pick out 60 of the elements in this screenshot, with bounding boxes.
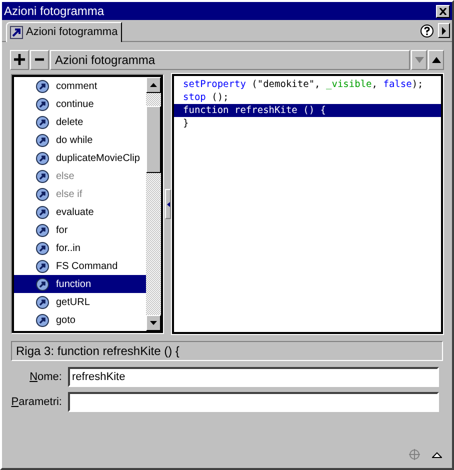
scrollbar[interactable]: [146, 75, 163, 333]
move-up-button[interactable]: [428, 50, 444, 70]
window-title: Azioni fotogramma: [4, 5, 104, 17]
arrow-circle-icon: [36, 314, 49, 326]
panel-menu-button[interactable]: [438, 23, 450, 38]
arrow-circle-icon: [36, 278, 49, 290]
action-item[interactable]: FS Command: [14, 257, 146, 275]
input-field[interactable]: refreshKite: [68, 367, 439, 387]
scroll-thumb[interactable]: [146, 106, 161, 173]
status-text: Riga 3: function refreshKite () {: [16, 343, 180, 360]
action-item[interactable]: duplicateMovieClip: [14, 149, 146, 167]
action-item[interactable]: do while: [14, 131, 146, 149]
arrow-icon: [10, 26, 23, 39]
triangle-up-icon: [150, 83, 157, 87]
action-item[interactable]: delete: [14, 113, 146, 131]
close-icon: [439, 8, 447, 14]
scroll-up-button[interactable]: [146, 77, 161, 93]
action-item[interactable]: for: [14, 221, 146, 239]
add-button[interactable]: [10, 50, 29, 70]
action-item[interactable]: for..in: [14, 239, 146, 257]
help-icon[interactable]: [420, 24, 434, 38]
arrow-circle-icon: [36, 116, 49, 128]
scroll-down-button[interactable]: [146, 315, 161, 331]
action-item[interactable]: continue: [14, 95, 146, 113]
arrow-circle-icon: [36, 224, 49, 236]
action-item[interactable]: evaluate: [14, 203, 146, 221]
panel-tab[interactable]: Azioni fotogramma: [6, 22, 122, 42]
minus-icon: [35, 58, 44, 61]
triangle-down-icon: [150, 321, 157, 325]
remove-button[interactable]: [30, 50, 49, 70]
splitter-handle[interactable]: [165, 189, 171, 219]
action-item[interactable]: getURL: [14, 293, 146, 311]
arrow-circle-icon: [36, 152, 49, 164]
code-editor[interactable]: setProperty ("demokite", _visible, false); stop (); function refreshKite () { }: [172, 74, 443, 334]
arrow-circle-icon: [36, 98, 49, 110]
input-field[interactable]: [68, 392, 439, 412]
move-down-button[interactable]: [411, 50, 427, 70]
toolbar-title: Azioni fotogramma: [55, 52, 156, 68]
arrow-circle-icon: [36, 206, 49, 218]
action-item[interactable]: goto: [14, 311, 146, 329]
arrow-circle-icon: [36, 80, 49, 92]
close-button[interactable]: [436, 4, 450, 18]
action-item[interactable]: function: [14, 275, 146, 293]
arrow-circle-icon: [36, 260, 49, 272]
arrow-circle-icon: [36, 296, 49, 308]
field-label: Nome:: [28, 370, 63, 385]
arrow-circle-icon: [36, 188, 49, 200]
arrow-circle-icon: [36, 242, 49, 254]
triangle-down-icon: [414, 56, 424, 62]
field-label: Parametri:: [10, 394, 63, 410]
code-line[interactable]: stop ();: [174, 91, 441, 104]
caret-right-icon: [442, 26, 446, 34]
code-line[interactable]: setProperty ("demokite", _visible, false);: [174, 78, 441, 91]
plus-icon: [14, 54, 25, 65]
action-item[interactable]: comment: [14, 77, 146, 95]
code-line[interactable]: }: [174, 117, 441, 130]
arrow-circle-icon: [36, 170, 49, 182]
triangle-up-icon: [432, 56, 440, 62]
collapse-icon[interactable]: [432, 452, 442, 458]
arrow-circle-icon: [36, 134, 49, 146]
